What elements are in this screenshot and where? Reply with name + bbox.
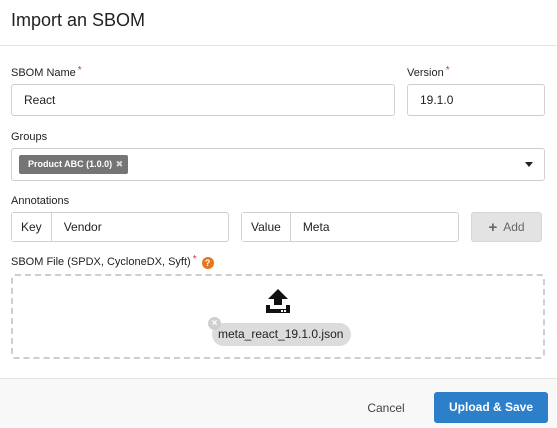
plus-icon: + xyxy=(488,219,498,236)
annotation-key-addon: Key xyxy=(12,213,52,241)
required-marker: * xyxy=(192,254,197,265)
sbom-file-label-text: SBOM File (SPDX, CycloneDX, Syft) xyxy=(11,256,191,268)
dialog-title: Import an SBOM xyxy=(11,10,146,30)
add-annotation-button[interactable]: + Add xyxy=(471,212,542,242)
cancel-button[interactable]: Cancel xyxy=(356,393,416,423)
version-label: Version * xyxy=(407,65,450,79)
version-input[interactable]: 19.1.0 xyxy=(407,84,545,116)
annotations-label: Annotations xyxy=(11,195,70,207)
selected-file-chip: meta_react_19.1.0.json xyxy=(212,323,352,346)
groups-select[interactable]: Product ABC (1.0.0) ✖ xyxy=(11,148,545,181)
required-marker: * xyxy=(445,65,450,76)
sbom-file-label: SBOM File (SPDX, CycloneDX, Syft) *? xyxy=(11,254,214,269)
sbom-name-label: SBOM Name * xyxy=(11,65,82,79)
file-dropzone[interactable]: meta_react_19.1.0.json × xyxy=(11,274,545,359)
annotation-key-group: Key Vendor xyxy=(11,212,229,242)
annotation-key-input[interactable]: Vendor xyxy=(52,213,228,241)
annotation-value-group: Value Meta xyxy=(241,212,459,242)
upload-save-button[interactable]: Upload & Save xyxy=(434,392,548,423)
close-icon[interactable]: ✖ xyxy=(116,155,124,174)
annotation-value-input[interactable]: Meta xyxy=(291,213,458,241)
sbom-name-input[interactable]: React xyxy=(11,84,395,116)
close-icon[interactable]: × xyxy=(208,317,221,330)
group-chip-label: Product ABC (1.0.0) xyxy=(28,159,113,169)
chevron-down-icon[interactable] xyxy=(525,162,533,167)
dialog-footer: Cancel Upload & Save xyxy=(0,378,557,428)
sbom-name-label-text: SBOM Name xyxy=(11,67,76,79)
annotation-value-addon: Value xyxy=(242,213,291,241)
groups-label: Groups xyxy=(11,131,48,143)
required-marker: * xyxy=(77,65,82,76)
add-button-label: Add xyxy=(503,220,525,234)
dialog-header: Import an SBOM xyxy=(0,0,557,46)
version-label-text: Version xyxy=(407,67,444,79)
upload-icon xyxy=(266,289,290,313)
help-icon[interactable]: ? xyxy=(201,257,214,269)
group-chip: Product ABC (1.0.0) ✖ xyxy=(19,155,129,174)
